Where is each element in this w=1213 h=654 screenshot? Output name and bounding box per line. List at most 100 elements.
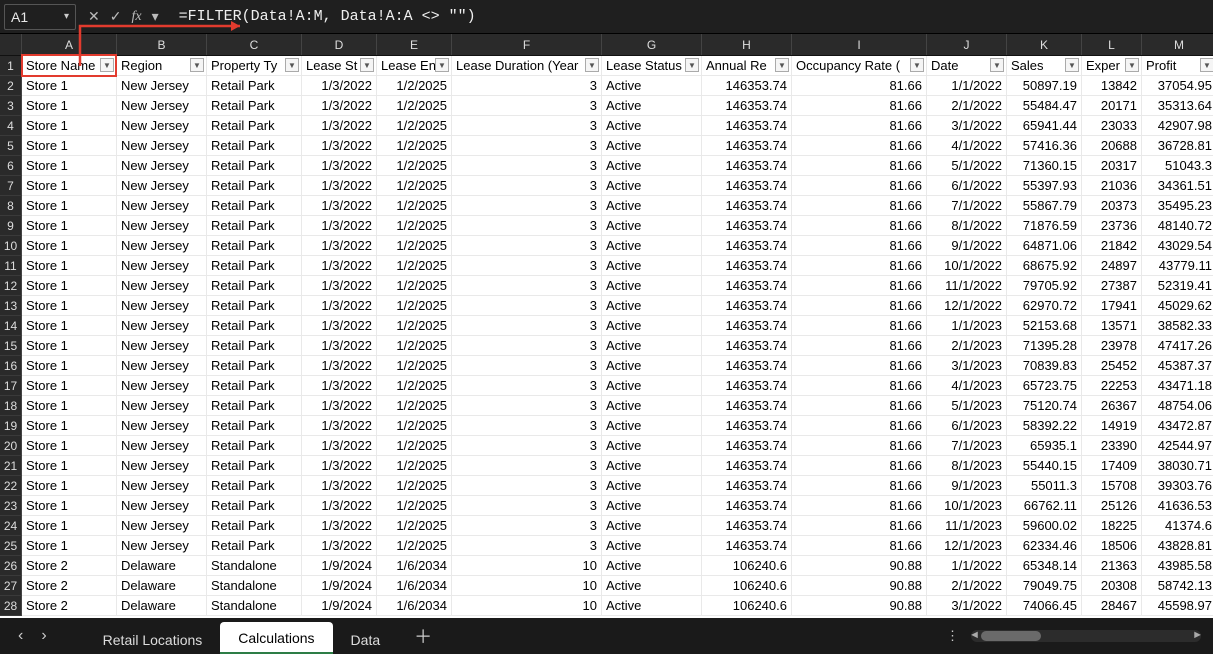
cell[interactable]: 3 (452, 296, 602, 316)
cell[interactable]: 4/1/2023 (927, 376, 1007, 396)
cell[interactable]: 1/2/2025 (377, 76, 452, 96)
cell[interactable]: 146353.74 (702, 216, 792, 236)
cell[interactable]: 81.66 (792, 476, 927, 496)
cell[interactable]: 1/1/2023 (927, 316, 1007, 336)
cell[interactable]: 15708 (1082, 476, 1142, 496)
cell[interactable]: New Jersey (117, 136, 207, 156)
cell[interactable]: Retail Park (207, 236, 302, 256)
row-header[interactable]: 9 (0, 216, 22, 236)
cell[interactable]: Retail Park (207, 136, 302, 156)
cell[interactable]: Store 1 (22, 316, 117, 336)
filter-dropdown-icon[interactable]: ▼ (775, 58, 789, 72)
cell[interactable]: Retail Park (207, 216, 302, 236)
cell[interactable]: 81.66 (792, 496, 927, 516)
cell[interactable]: 20317 (1082, 156, 1142, 176)
cell[interactable]: 1/2/2025 (377, 156, 452, 176)
cancel-icon[interactable]: ✕ (88, 8, 100, 25)
cell[interactable]: 1/3/2022 (302, 196, 377, 216)
cell[interactable]: 17409 (1082, 456, 1142, 476)
cell[interactable]: Store 1 (22, 436, 117, 456)
column-header-M[interactable]: M (1142, 34, 1213, 55)
column-header-C[interactable]: C (207, 34, 302, 55)
filter-dropdown-icon[interactable]: ▼ (285, 58, 299, 72)
row-header[interactable]: 12 (0, 276, 22, 296)
row-header[interactable]: 28 (0, 596, 22, 616)
cell[interactable]: 3 (452, 256, 602, 276)
cell[interactable]: 1/3/2022 (302, 456, 377, 476)
cell[interactable]: 5/1/2022 (927, 156, 1007, 176)
cell[interactable]: New Jersey (117, 156, 207, 176)
cell[interactable]: 1/2/2025 (377, 336, 452, 356)
row-header[interactable]: 5 (0, 136, 22, 156)
cell[interactable]: Active (602, 296, 702, 316)
cell[interactable]: Active (602, 276, 702, 296)
cell[interactable]: 1/3/2022 (302, 436, 377, 456)
cell[interactable]: 1/2/2025 (377, 276, 452, 296)
column-header-B[interactable]: B (117, 34, 207, 55)
cell[interactable]: 146353.74 (702, 496, 792, 516)
header-cell-M[interactable]: Profit▼ (1142, 56, 1213, 76)
cell[interactable]: 1/9/2024 (302, 596, 377, 616)
cell[interactable]: New Jersey (117, 76, 207, 96)
header-cell-I[interactable]: Occupancy Rate (▼ (792, 56, 927, 76)
cell[interactable]: New Jersey (117, 116, 207, 136)
cell[interactable]: 146353.74 (702, 296, 792, 316)
cell[interactable]: 79705.92 (1007, 276, 1082, 296)
cell[interactable]: 43779.11 (1142, 256, 1213, 276)
cell[interactable]: 81.66 (792, 76, 927, 96)
cell[interactable]: 106240.6 (702, 556, 792, 576)
cell[interactable]: 68675.92 (1007, 256, 1082, 276)
cell[interactable]: Retail Park (207, 456, 302, 476)
header-cell-E[interactable]: Lease En▼ (377, 56, 452, 76)
column-header-J[interactable]: J (927, 34, 1007, 55)
cell[interactable]: 62970.72 (1007, 296, 1082, 316)
cell[interactable]: 146353.74 (702, 276, 792, 296)
filter-dropdown-icon[interactable]: ▼ (100, 58, 114, 72)
cell[interactable]: Store 1 (22, 376, 117, 396)
cell[interactable]: 20171 (1082, 96, 1142, 116)
cell[interactable]: Active (602, 556, 702, 576)
header-cell-L[interactable]: Exper▼ (1082, 56, 1142, 76)
cell[interactable]: 3 (452, 456, 602, 476)
column-header-K[interactable]: K (1007, 34, 1082, 55)
cell[interactable]: 64871.06 (1007, 236, 1082, 256)
cell[interactable]: 65935.1 (1007, 436, 1082, 456)
cell[interactable]: Store 1 (22, 336, 117, 356)
cell[interactable]: 3 (452, 116, 602, 136)
cell[interactable]: 1/3/2022 (302, 476, 377, 496)
row-header[interactable]: 7 (0, 176, 22, 196)
cell[interactable]: Store 1 (22, 216, 117, 236)
cell[interactable]: Active (602, 536, 702, 556)
cell[interactable]: 45387.37 (1142, 356, 1213, 376)
cell[interactable]: Store 1 (22, 356, 117, 376)
cell[interactable]: 42544.97 (1142, 436, 1213, 456)
cell[interactable]: 10 (452, 576, 602, 596)
cell[interactable]: 23390 (1082, 436, 1142, 456)
cell[interactable]: 55440.15 (1007, 456, 1082, 476)
cell[interactable]: Retail Park (207, 76, 302, 96)
cell[interactable]: 1/2/2025 (377, 536, 452, 556)
cell[interactable]: 146353.74 (702, 516, 792, 536)
row-header[interactable]: 23 (0, 496, 22, 516)
cell[interactable]: 146353.74 (702, 416, 792, 436)
cell[interactable]: 8/1/2023 (927, 456, 1007, 476)
cell[interactable]: 1/3/2022 (302, 376, 377, 396)
cell[interactable]: 71876.59 (1007, 216, 1082, 236)
tab-next-icon[interactable]: › (41, 627, 46, 645)
cell[interactable]: Store 1 (22, 536, 117, 556)
cell[interactable]: 20688 (1082, 136, 1142, 156)
cell[interactable]: New Jersey (117, 376, 207, 396)
row-header[interactable]: 25 (0, 536, 22, 556)
cell[interactable]: Retail Park (207, 96, 302, 116)
cell[interactable]: New Jersey (117, 216, 207, 236)
cell[interactable]: 90.88 (792, 596, 927, 616)
cell[interactable]: 13571 (1082, 316, 1142, 336)
cell[interactable]: Retail Park (207, 116, 302, 136)
filter-dropdown-icon[interactable]: ▼ (585, 58, 599, 72)
cell[interactable]: 81.66 (792, 376, 927, 396)
cell[interactable]: 1/2/2025 (377, 216, 452, 236)
cell[interactable]: 28467 (1082, 596, 1142, 616)
cell[interactable]: 6/1/2023 (927, 416, 1007, 436)
column-header-A[interactable]: A (22, 34, 117, 55)
row-header[interactable]: 18 (0, 396, 22, 416)
